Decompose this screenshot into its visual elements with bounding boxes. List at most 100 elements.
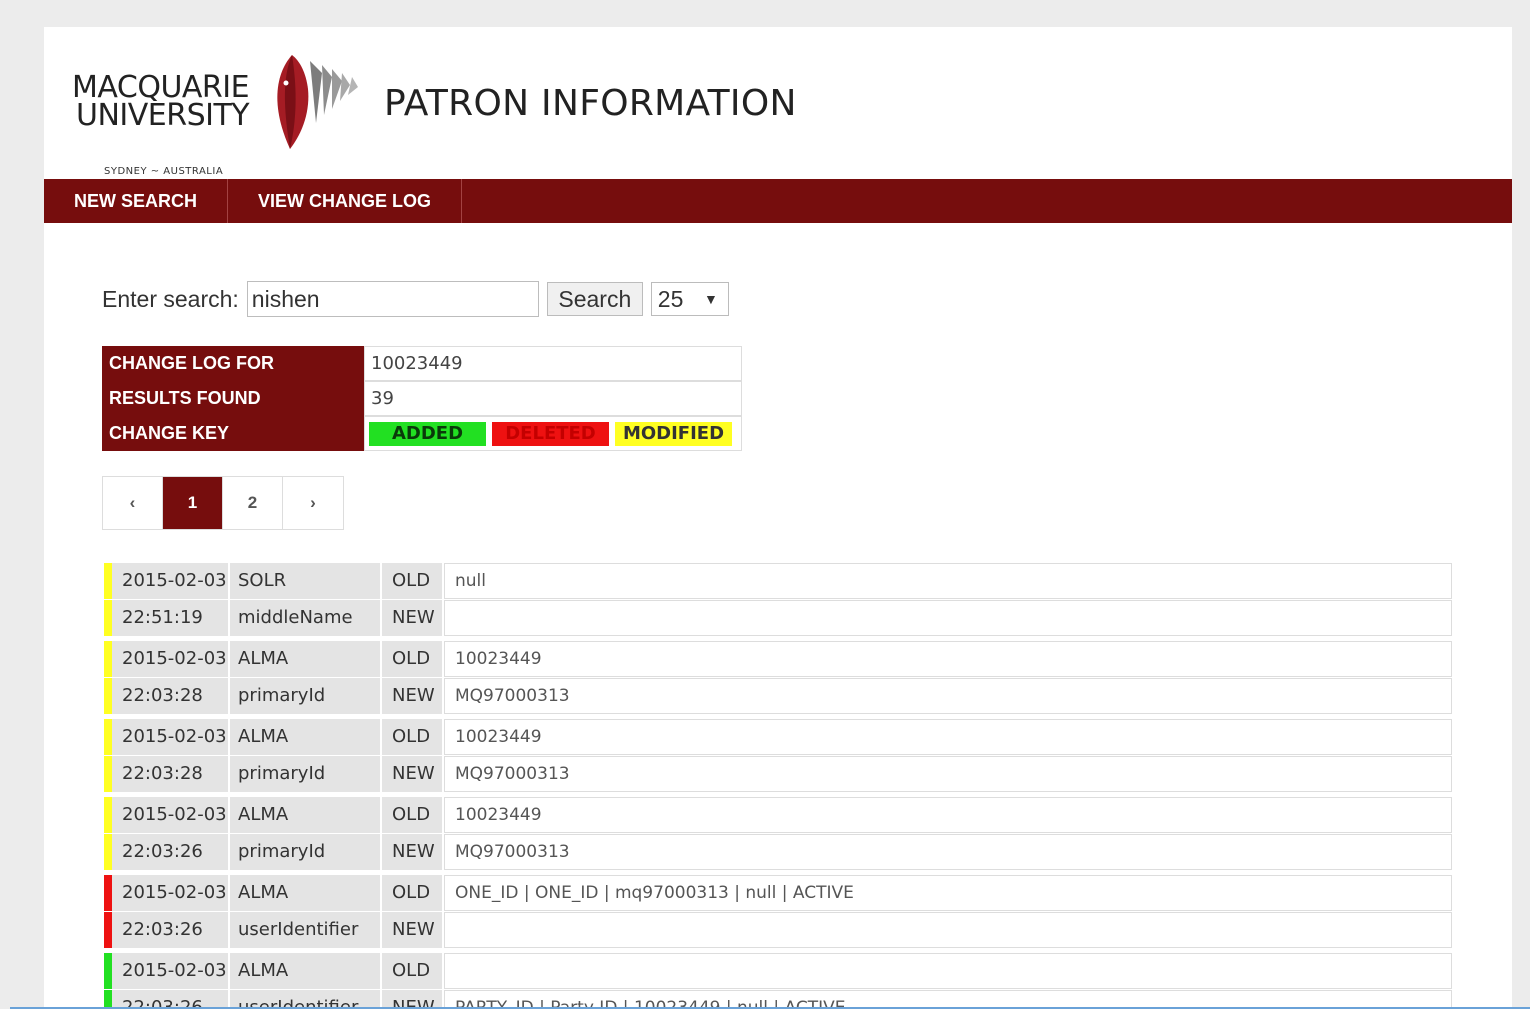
log-version-label: OLD bbox=[382, 719, 442, 755]
log-value: ONE_ID | ONE_ID | mq97000313 | null | AC… bbox=[444, 875, 1452, 911]
search-button[interactable]: Search bbox=[546, 282, 643, 316]
log-value: 10023449 bbox=[444, 797, 1452, 833]
page: MACQUARIE UNIVERSITY SYDNEY ~ AUSTRALIA … bbox=[44, 27, 1512, 1009]
page-title: PATRON INFORMATION bbox=[384, 83, 797, 124]
log-value bbox=[444, 912, 1452, 948]
lighthouse-crest-icon bbox=[277, 55, 358, 149]
log-row: 22:03:26 primaryId NEW MQ97000313 bbox=[104, 834, 1452, 870]
key-modified-badge: MODIFIED bbox=[615, 421, 732, 446]
log-field: ALMA bbox=[230, 875, 380, 911]
log-field: primaryId bbox=[230, 834, 380, 870]
log-version-label: NEW bbox=[382, 600, 442, 636]
log-timestamp: 22:51:19 bbox=[112, 600, 228, 636]
log-entry: 2015-02-03 ALMA OLD 10023449 22:03:28 primary… bbox=[104, 719, 1452, 792]
pagination-page-2[interactable]: 2 bbox=[223, 477, 283, 529]
key-deleted-badge: DELETED bbox=[492, 421, 609, 446]
log-value: 10023449 bbox=[444, 719, 1452, 755]
log-row: 2015-02-03 ALMA OLD ONE_ID | ONE_ID | mq970… bbox=[104, 875, 1452, 911]
logo-subtitle: SYDNEY ~ AUSTRALIA bbox=[104, 166, 224, 177]
search-bar: Enter search: Search 25 ▼ bbox=[102, 281, 729, 317]
log-field: ALMA bbox=[230, 641, 380, 677]
summary-row: CHANGE KEY ADDED DELETED MODIFIED bbox=[102, 416, 742, 451]
log-field: primaryId bbox=[230, 756, 380, 792]
header: MACQUARIE UNIVERSITY SYDNEY ~ AUSTRALIA … bbox=[44, 27, 1512, 179]
log-row: 22:03:28 primaryId NEW MQ97000313 bbox=[104, 678, 1452, 714]
log-value: MQ97000313 bbox=[444, 678, 1452, 714]
log-version-label: OLD bbox=[382, 641, 442, 677]
log-field: ALMA bbox=[230, 719, 380, 755]
page-size-select[interactable]: 25 ▼ bbox=[650, 282, 729, 316]
status-indicator bbox=[104, 719, 112, 755]
nav-view-change-log[interactable]: VIEW CHANGE LOG bbox=[228, 179, 463, 223]
log-row: 22:03:26 userIdentifier NEW bbox=[104, 912, 1452, 948]
status-indicator bbox=[104, 563, 112, 599]
summary-row: CHANGE LOG FOR 10023449 bbox=[102, 346, 742, 381]
pagination-prev[interactable]: ‹ bbox=[103, 477, 163, 529]
status-indicator bbox=[104, 756, 112, 792]
log-entry: 2015-02-03 ALMA OLD 10023449 22:03:28 primary… bbox=[104, 641, 1452, 714]
status-indicator bbox=[104, 678, 112, 714]
log-version-label: OLD bbox=[382, 875, 442, 911]
search-label: Enter search: bbox=[102, 285, 239, 312]
pagination-next[interactable]: › bbox=[283, 477, 343, 529]
log-row: 2015-02-03 ALMA OLD 10023449 bbox=[104, 641, 1452, 677]
log-field: primaryId bbox=[230, 678, 380, 714]
log-value: MQ97000313 bbox=[444, 834, 1452, 870]
log-version-label: OLD bbox=[382, 953, 442, 989]
log-field: userIdentifier bbox=[230, 912, 380, 948]
log-version-label: OLD bbox=[382, 797, 442, 833]
results-found-value: 39 bbox=[364, 381, 742, 416]
log-version-label: NEW bbox=[382, 912, 442, 948]
pagination-page-1[interactable]: 1 bbox=[163, 477, 223, 529]
nav-new-search[interactable]: NEW SEARCH bbox=[44, 179, 229, 223]
log-version-label: NEW bbox=[382, 756, 442, 792]
search-input[interactable] bbox=[246, 281, 539, 317]
log-timestamp: 2015-02-03 bbox=[112, 875, 228, 911]
change-log-for-label: CHANGE LOG FOR bbox=[102, 346, 364, 381]
pagination: ‹ 1 2 › bbox=[102, 476, 344, 530]
change-log-summary: CHANGE LOG FOR 10023449 RESULTS FOUND 39… bbox=[102, 346, 742, 451]
log-timestamp: 2015-02-03 bbox=[112, 563, 228, 599]
university-logo[interactable]: MACQUARIE UNIVERSITY SYDNEY ~ AUSTRALIA bbox=[72, 53, 362, 177]
log-entry: 2015-02-03 SOLR OLD null 22:51:19 middleName N… bbox=[104, 563, 1452, 636]
status-indicator bbox=[104, 600, 112, 636]
log-field: ALMA bbox=[230, 797, 380, 833]
log-row: 2015-02-03 ALMA OLD 10023449 bbox=[104, 797, 1452, 833]
log-timestamp: 2015-02-03 bbox=[112, 641, 228, 677]
log-timestamp: 2015-02-03 bbox=[112, 953, 228, 989]
status-indicator bbox=[104, 797, 112, 833]
logo-text: UNIVERSITY bbox=[76, 98, 250, 133]
status-indicator bbox=[104, 641, 112, 677]
log-timestamp: 2015-02-03 bbox=[112, 719, 228, 755]
log-value: MQ97000313 bbox=[444, 756, 1452, 792]
log-entry: 2015-02-03 ALMA OLD 10023449 22:03:26 primary… bbox=[104, 797, 1452, 870]
log-row: 2015-02-03 SOLR OLD null bbox=[104, 563, 1452, 599]
log-value bbox=[444, 953, 1452, 989]
change-log-for-value: 10023449 bbox=[364, 346, 742, 381]
log-timestamp: 22:03:26 bbox=[112, 834, 228, 870]
log-row: 2015-02-03 ALMA OLD 10023449 bbox=[104, 719, 1452, 755]
log-value: null bbox=[444, 563, 1452, 599]
key-added-badge: ADDED bbox=[369, 421, 486, 446]
summary-row: RESULTS FOUND 39 bbox=[102, 381, 742, 416]
log-version-label: NEW bbox=[382, 678, 442, 714]
main-nav: NEW SEARCH VIEW CHANGE LOG bbox=[44, 179, 1512, 223]
status-indicator bbox=[104, 875, 112, 911]
log-row: 22:51:19 middleName NEW bbox=[104, 600, 1452, 636]
log-entry: 2015-02-03 ALMA OLD ONE_ID | ONE_ID | mq970… bbox=[104, 875, 1452, 948]
log-row: 2015-02-03 ALMA OLD bbox=[104, 953, 1452, 989]
log-value bbox=[444, 600, 1452, 636]
log-timestamp: 22:03:28 bbox=[112, 678, 228, 714]
results-found-label: RESULTS FOUND bbox=[102, 381, 364, 416]
change-log-list: 2015-02-03 SOLR OLD null 22:51:19 middleName N… bbox=[104, 563, 1452, 1009]
log-value: 10023449 bbox=[444, 641, 1452, 677]
log-version-label: NEW bbox=[382, 834, 442, 870]
status-indicator bbox=[104, 953, 112, 989]
status-indicator bbox=[104, 912, 112, 948]
log-timestamp: 22:03:28 bbox=[112, 756, 228, 792]
log-entry: 2015-02-03 ALMA OLD 22:03:26 userIdentifier N… bbox=[104, 953, 1452, 1009]
change-key-legend: ADDED DELETED MODIFIED bbox=[364, 416, 742, 451]
log-row: 22:03:28 primaryId NEW MQ97000313 bbox=[104, 756, 1452, 792]
log-field: middleName bbox=[230, 600, 380, 636]
log-field: ALMA bbox=[230, 953, 380, 989]
